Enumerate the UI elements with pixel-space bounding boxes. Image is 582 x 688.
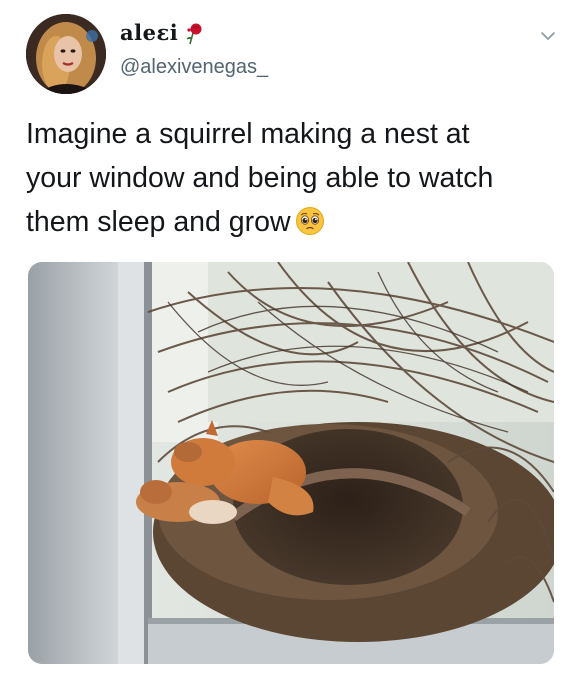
- pleading-face-icon: [295, 205, 325, 235]
- chevron-down-icon[interactable]: [538, 26, 558, 46]
- tweet-card: aleɛi @alexivenegas_ Imagine a squirrel …: [0, 0, 582, 688]
- rose-icon: [184, 21, 204, 45]
- display-name-text: aleɛi: [120, 20, 179, 45]
- tweet-text: Imagine a squirrel making a nest at your…: [26, 112, 556, 244]
- tweet-text-line: your window and being able to watch: [26, 162, 494, 194]
- tweet-text-line: them sleep and grow: [26, 200, 556, 244]
- tweet-text-line: Imagine a squirrel making a nest at: [26, 118, 470, 150]
- user-handle[interactable]: @alexivenegas_: [120, 56, 268, 79]
- tweet-text-line-content: them sleep and grow: [26, 206, 291, 238]
- tweet-photo[interactable]: [28, 262, 554, 664]
- display-name[interactable]: aleɛi: [120, 20, 204, 45]
- avatar[interactable]: [26, 14, 106, 94]
